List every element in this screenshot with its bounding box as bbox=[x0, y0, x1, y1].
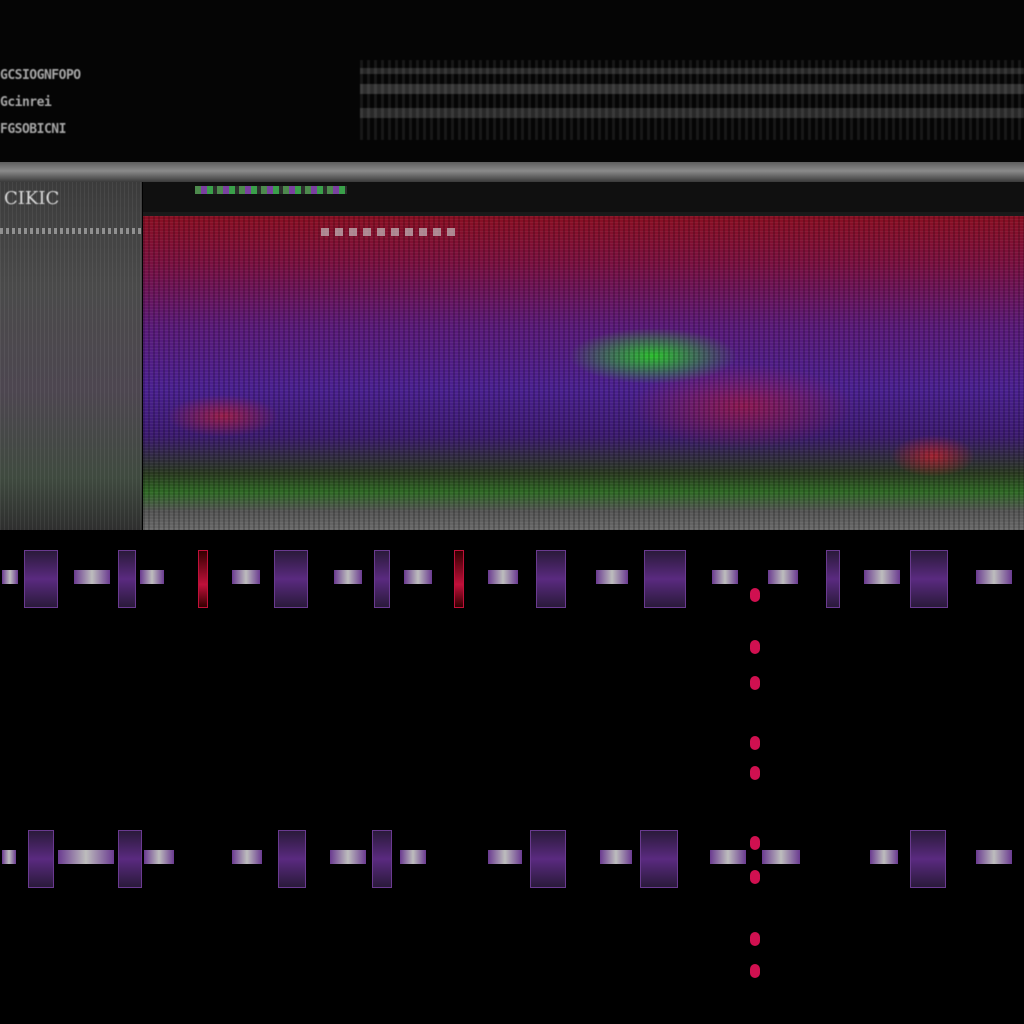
timeline-clip[interactable] bbox=[144, 850, 174, 864]
timeline-clip[interactable] bbox=[536, 550, 566, 608]
timeline-clip[interactable] bbox=[596, 570, 628, 584]
timeline-clip[interactable] bbox=[334, 570, 362, 584]
timeline-clip[interactable] bbox=[198, 550, 208, 608]
timeline-clip[interactable] bbox=[454, 550, 464, 608]
timeline-clip[interactable] bbox=[232, 570, 260, 584]
timeline-playhead[interactable] bbox=[750, 540, 760, 990]
timeline-clip[interactable] bbox=[762, 850, 800, 864]
timeline-clip[interactable] bbox=[58, 850, 114, 864]
viewport-toolbar bbox=[143, 182, 1024, 212]
timeline-clip[interactable] bbox=[118, 550, 136, 608]
title-line-2: Gcinrei bbox=[0, 95, 52, 110]
canvas-noise-overlay bbox=[143, 216, 1024, 530]
header-status-bar bbox=[360, 60, 1024, 140]
sidebar-panel: CIKIC bbox=[0, 182, 142, 530]
preview-viewport bbox=[143, 182, 1024, 530]
sidebar-subtitle bbox=[0, 228, 142, 234]
playhead-marker-icon bbox=[750, 736, 760, 750]
playhead-marker-icon bbox=[750, 640, 760, 654]
tools-strip-icon[interactable] bbox=[195, 186, 347, 194]
timeline-clip[interactable] bbox=[640, 830, 678, 888]
timeline-clip[interactable] bbox=[712, 570, 738, 584]
timeline-clip[interactable] bbox=[278, 830, 306, 888]
sidebar-title: CIKIC bbox=[4, 188, 60, 209]
app-title: GCSIOGNFOPO Gcinrei FGSOBICNI bbox=[0, 62, 81, 143]
timeline-clip[interactable] bbox=[24, 550, 58, 608]
timeline-clip[interactable] bbox=[600, 850, 632, 864]
timeline-clip[interactable] bbox=[2, 570, 18, 584]
canvas-caption bbox=[321, 228, 461, 236]
timeline-clip[interactable] bbox=[976, 570, 1012, 584]
playhead-marker-icon bbox=[750, 836, 760, 850]
title-line-3: FGSOBICNI bbox=[0, 122, 66, 137]
timeline-clip[interactable] bbox=[28, 830, 54, 888]
timeline-clip[interactable] bbox=[910, 830, 946, 888]
timeline-clip[interactable] bbox=[826, 550, 840, 608]
preview-canvas[interactable] bbox=[143, 216, 1024, 530]
timeline-clip[interactable] bbox=[488, 850, 522, 864]
timeline-clip[interactable] bbox=[140, 570, 164, 584]
timeline-clip[interactable] bbox=[374, 550, 390, 608]
playhead-marker-icon bbox=[750, 766, 760, 780]
timeline-clip[interactable] bbox=[910, 550, 948, 608]
timeline-clip[interactable] bbox=[488, 570, 518, 584]
timeline-clip[interactable] bbox=[232, 850, 262, 864]
timeline-track-2[interactable] bbox=[0, 820, 1024, 890]
timeline-clip[interactable] bbox=[404, 570, 432, 584]
title-line-1: GCSIOGNFOPO bbox=[0, 68, 81, 83]
timeline-clip[interactable] bbox=[530, 830, 566, 888]
timeline-clip[interactable] bbox=[870, 850, 898, 864]
timeline-clip[interactable] bbox=[710, 850, 746, 864]
playhead-marker-icon bbox=[750, 932, 760, 946]
timeline-track-1[interactable] bbox=[0, 540, 1024, 610]
timeline-clip[interactable] bbox=[400, 850, 426, 864]
playhead-marker-icon bbox=[750, 870, 760, 884]
playhead-marker-icon bbox=[750, 676, 760, 690]
timeline-clip[interactable] bbox=[274, 550, 308, 608]
timeline-clip[interactable] bbox=[2, 850, 16, 864]
menu-divider-bar bbox=[0, 162, 1024, 182]
timeline-clip[interactable] bbox=[768, 570, 798, 584]
playhead-marker-icon bbox=[750, 964, 760, 978]
timeline-clip[interactable] bbox=[330, 850, 366, 864]
app-header: GCSIOGNFOPO Gcinrei FGSOBICNI bbox=[0, 0, 1024, 162]
playhead-marker-icon bbox=[750, 588, 760, 602]
timeline-clip[interactable] bbox=[118, 830, 142, 888]
timeline-clip[interactable] bbox=[372, 830, 392, 888]
timeline-clip[interactable] bbox=[864, 570, 900, 584]
timeline-clip[interactable] bbox=[644, 550, 686, 608]
timeline-clip[interactable] bbox=[976, 850, 1012, 864]
timeline-clip[interactable] bbox=[74, 570, 110, 584]
